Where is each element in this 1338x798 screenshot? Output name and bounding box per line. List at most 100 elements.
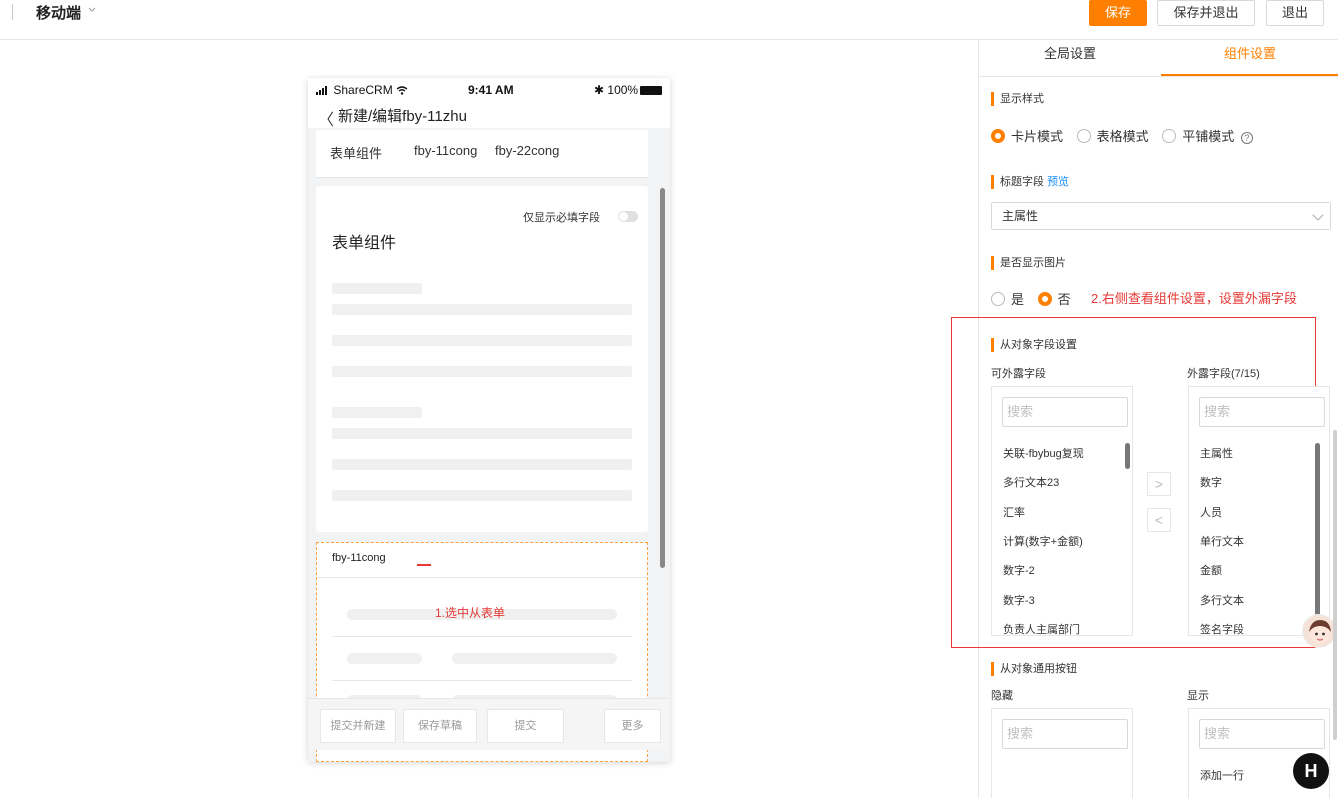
section-display-style: 显示样式 — [991, 92, 1044, 106]
required-only-label: 仅显示必填字段 — [523, 212, 600, 224]
annotation-mark — [417, 564, 431, 566]
phone-tab-fby-11cong[interactable]: fby-11cong — [414, 143, 477, 158]
annotation-step-2: 2.右侧查看组件设置，设置外漏字段 — [1091, 291, 1297, 306]
settings-panel: 全局设置 组件设置 显示样式 卡片模式 表格模式 平铺模式 ? 标题字段 预览 … — [951, 40, 1338, 798]
section-common-buttons: 从对象通用按钮 — [991, 662, 1077, 676]
available-fields-label: 可外露字段 — [991, 368, 1046, 380]
skeleton-line — [332, 407, 422, 418]
available-search-input[interactable]: 搜索 — [1002, 397, 1128, 427]
phone-footer: 提交并新建 保存草稿 提交 更多 — [308, 698, 670, 750]
exposed-search-input[interactable]: 搜索 — [1199, 397, 1325, 427]
status-time: 9:41 AM — [468, 83, 514, 97]
radio-dot[interactable] — [991, 292, 1005, 306]
preview-link[interactable]: 预览 — [1047, 176, 1069, 188]
list-item[interactable]: 签名字段 — [1200, 621, 1244, 635]
radio-dot[interactable] — [1037, 292, 1052, 306]
tab-global-settings[interactable]: 全局设置 — [979, 40, 1161, 76]
required-only-toggle[interactable] — [618, 211, 638, 222]
list-item[interactable]: 主属性 — [1200, 445, 1233, 461]
phone-tab-fby-22cong[interactable]: fby-22cong — [495, 143, 559, 158]
chevron-down-icon[interactable] — [88, 6, 96, 14]
phone-tab-form[interactable]: 表单组件 — [330, 143, 382, 162]
submit-button[interactable]: 提交 — [487, 709, 564, 743]
save-and-exit-button[interactable]: 保存并退出 — [1157, 0, 1255, 26]
phone-body: 表单组件 fby-11cong fby-22cong 仅显示必填字段 表单组件 … — [308, 128, 670, 762]
phone-tabs: 表单组件 fby-11cong fby-22cong — [316, 130, 648, 178]
submit-and-new-button[interactable]: 提交并新建 — [320, 709, 396, 743]
radio-table-mode[interactable]: 表格模式 — [1076, 129, 1149, 144]
page-title[interactable]: 移动端 — [36, 2, 81, 23]
list-item[interactable]: 多行文本 — [1200, 592, 1244, 608]
divider — [332, 636, 632, 637]
help-assistant-button[interactable]: H — [1293, 753, 1329, 789]
list-item[interactable]: 单行文本 — [1200, 533, 1244, 549]
status-bar: ShareCRM 9:41 AM ✱ 100% — [308, 78, 670, 102]
move-right-icon[interactable]: > — [1147, 472, 1171, 496]
back-icon[interactable]: 〈 — [318, 106, 334, 130]
section-title-field: 标题字段 预览 — [991, 175, 1069, 189]
wifi-icon — [396, 86, 408, 95]
tab-component-settings[interactable]: 组件设置 — [1161, 40, 1338, 76]
list-item[interactable]: 计算(数字+金额) — [1003, 533, 1083, 549]
list-item[interactable]: 汇率 — [1003, 504, 1025, 520]
top-bar-divider — [12, 4, 13, 20]
title-field-select[interactable]: 主属性 — [991, 202, 1331, 230]
move-left-icon[interactable]: < — [1147, 508, 1171, 532]
divider — [332, 680, 632, 681]
annotation-step-1: 1.选中从表单 — [435, 606, 506, 620]
phone-preview: ShareCRM 9:41 AM ✱ 100% 〈 新建/编辑fby-11zhu… — [308, 78, 670, 762]
battery-label: ✱ 100% — [594, 83, 639, 97]
phone-nav-title: 新建/编辑fby-11zhu — [338, 108, 467, 125]
skeleton-line — [332, 428, 632, 439]
radio-show-image-yes[interactable]: 是 — [991, 292, 1024, 307]
radio-tile-mode[interactable]: 平铺模式 — [1162, 129, 1234, 144]
panel-scrollbar[interactable] — [1333, 430, 1337, 740]
question-circle-icon[interactable]: ? — [1240, 132, 1253, 144]
skeleton-line — [452, 653, 617, 664]
list-item[interactable]: 负责人主属部门 — [1003, 621, 1080, 635]
save-button[interactable]: 保存 — [1089, 0, 1147, 26]
radio-dot[interactable] — [1076, 129, 1091, 143]
assistant-face-icon — [1309, 620, 1331, 644]
radio-dot[interactable] — [991, 129, 1005, 143]
section-field-settings: 从对象字段设置 — [991, 338, 1077, 352]
assistant-avatar[interactable] — [1302, 614, 1336, 648]
top-bar: 移动端 保存 保存并退出 退出 — [0, 0, 1338, 40]
list-item[interactable]: 数字-3 — [1003, 592, 1035, 608]
list-item[interactable]: 多行文本23 — [1003, 474, 1059, 490]
list-item[interactable]: 金额 — [1200, 562, 1222, 578]
radio-card-mode[interactable]: 卡片模式 — [991, 129, 1063, 144]
radio-show-image-no[interactable]: 否 — [1037, 292, 1071, 307]
shown-buttons-search-input[interactable]: 搜索 — [1199, 719, 1325, 749]
tab-divider — [979, 76, 1338, 77]
list-item[interactable]: 人员 — [1200, 504, 1222, 520]
list-item[interactable]: 添加一行 — [1200, 767, 1244, 783]
skeleton-line — [332, 304, 632, 315]
show-image-radios: 是 否 — [991, 289, 1071, 308]
exposed-fields-list[interactable]: 搜索 主属性 数字 人员 单行文本 金额 多行文本 签名字段 — [1188, 386, 1330, 636]
skeleton-line — [332, 283, 422, 294]
subform-title: fby-11cong — [332, 552, 386, 564]
list-item[interactable]: 关联-fbybug复现 — [1003, 445, 1084, 461]
bluetooth-icon: ✱ — [594, 83, 605, 97]
skeleton-line — [332, 459, 632, 470]
divider — [317, 577, 647, 578]
form-component-card[interactable]: 仅显示必填字段 表单组件 — [316, 186, 648, 532]
exposed-list-scrollbar[interactable] — [1315, 443, 1320, 633]
available-fields-list[interactable]: 搜索 关联-fbybug复现 多行文本23 汇率 计算(数字+金额) 数字-2 … — [991, 386, 1133, 636]
hidden-buttons-search-input[interactable]: 搜索 — [1002, 719, 1128, 749]
shown-buttons-label: 显示 — [1187, 690, 1209, 702]
save-draft-button[interactable]: 保存草稿 — [403, 709, 477, 743]
available-list-scrollbar[interactable] — [1125, 443, 1130, 469]
skeleton-line — [332, 366, 632, 377]
hidden-buttons-label: 隐藏 — [991, 690, 1013, 702]
more-button[interactable]: 更多 — [604, 709, 661, 743]
list-item[interactable]: 数字-2 — [1003, 562, 1035, 578]
exit-button[interactable]: 退出 — [1266, 0, 1324, 26]
radio-dot[interactable] — [1162, 129, 1177, 143]
skeleton-line — [332, 490, 632, 501]
hidden-buttons-list[interactable]: 搜索 — [991, 708, 1133, 798]
exposed-fields-label: 外露字段(7/15) — [1187, 368, 1260, 380]
list-item[interactable]: 数字 — [1200, 474, 1222, 490]
phone-scrollbar[interactable] — [660, 188, 665, 568]
